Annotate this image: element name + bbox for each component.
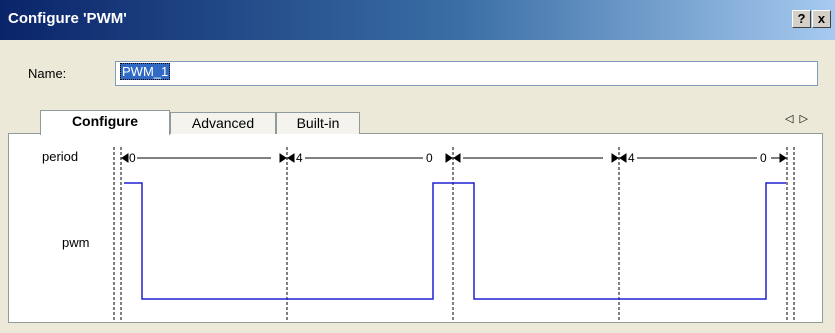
arrow-head [121,153,129,163]
arrow-head [445,153,453,163]
arrow-head [453,153,461,163]
period-marker: 4 [628,151,635,165]
arrow-head [279,153,287,163]
arrow-head [287,153,295,163]
arrow-head [611,153,619,163]
period-marker: 4 [296,151,303,165]
arrow-head [779,153,787,163]
period-marker: 0 [129,151,136,165]
waveform-diagram: 0 4 0 4 0 [113,147,795,322]
pwm-waveform [124,182,786,300]
period-marker: 0 [760,151,767,165]
arrow-head [619,153,627,163]
period-marker: 0 [426,151,433,165]
tab-configure[interactable]: Configure [40,110,170,135]
